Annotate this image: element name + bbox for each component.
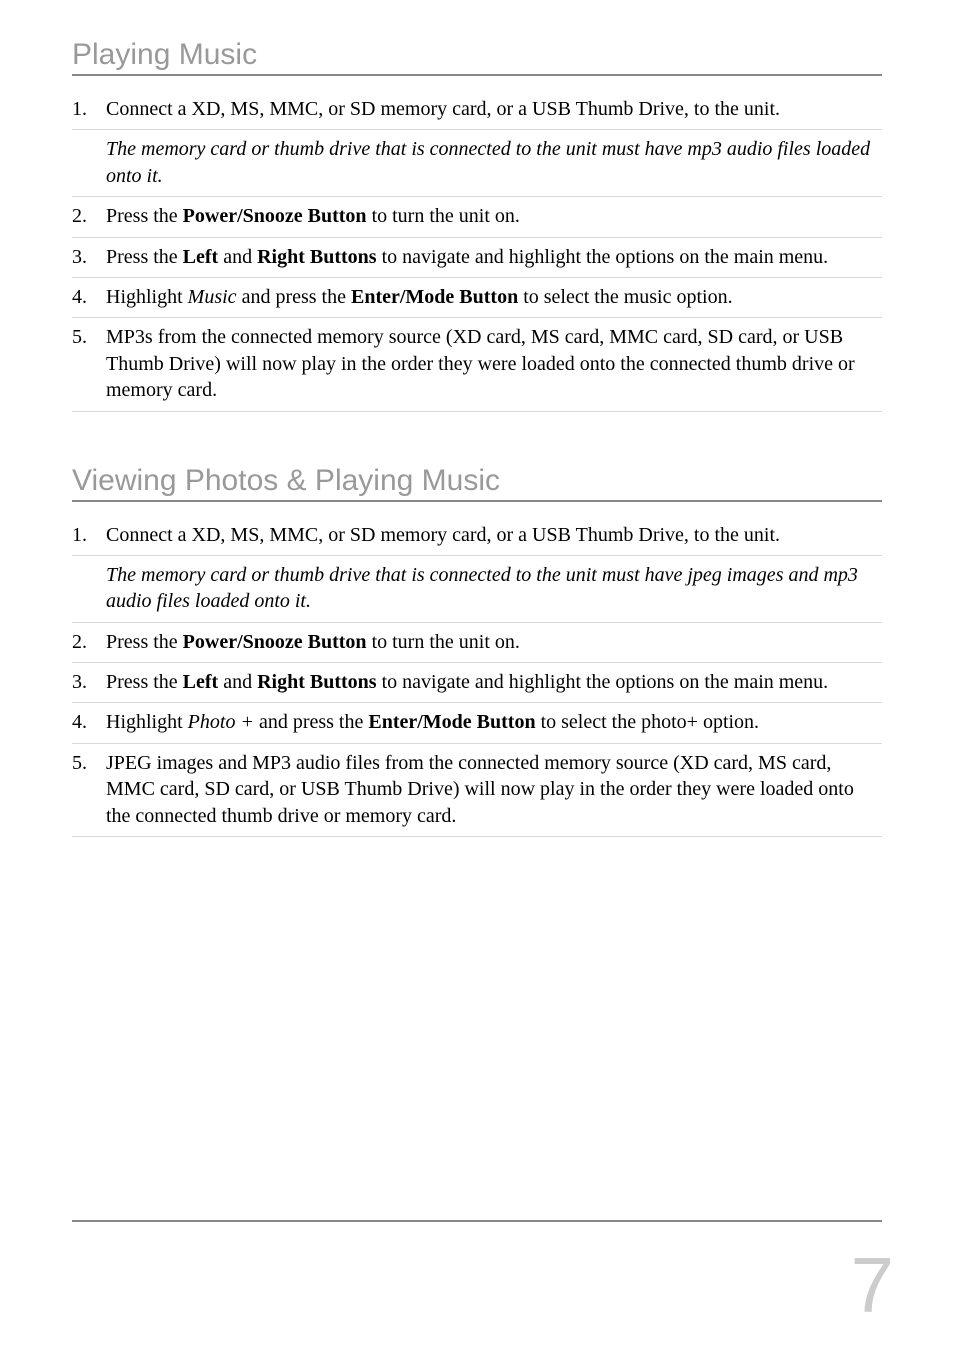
list-item: MP3s from the connected memory source (X… bbox=[72, 318, 882, 411]
note-text: The memory card or thumb drive that is c… bbox=[106, 138, 870, 186]
button-label: Enter/Mode Button bbox=[351, 286, 518, 308]
list-item-note: The memory card or thumb drive that is c… bbox=[72, 130, 882, 197]
step-text: Connect a XD, MS, MMC, or SD memory card… bbox=[106, 524, 780, 546]
steps-playing-music: Connect a XD, MS, MMC, or SD memory card… bbox=[72, 90, 882, 412]
menu-option: Photo + bbox=[188, 711, 254, 733]
button-label: Power/Snooze Button bbox=[183, 631, 367, 653]
step-text: to select the photo+ option. bbox=[536, 711, 759, 733]
heading-viewing-photos: Viewing Photos & Playing Music bbox=[72, 464, 882, 502]
list-item-note: The memory card or thumb drive that is c… bbox=[72, 556, 882, 623]
list-item: Connect a XD, MS, MMC, or SD memory card… bbox=[72, 516, 882, 556]
step-text: JPEG images and MP3 audio files from the… bbox=[106, 752, 854, 827]
step-text: Highlight bbox=[106, 286, 188, 308]
list-item: JPEG images and MP3 audio files from the… bbox=[72, 744, 882, 837]
button-label: Power/Snooze Button bbox=[183, 205, 367, 227]
step-text: Highlight bbox=[106, 711, 188, 733]
list-item: Connect a XD, MS, MMC, or SD memory card… bbox=[72, 90, 882, 130]
step-text: Press the bbox=[106, 631, 183, 653]
heading-playing-music: Playing Music bbox=[72, 38, 882, 76]
list-item: Press the Power/Snooze Button to turn th… bbox=[72, 623, 882, 663]
button-label: Right Buttons bbox=[257, 671, 376, 693]
button-label: Enter/Mode Button bbox=[368, 711, 535, 733]
button-label: Left bbox=[183, 246, 219, 268]
step-text: to navigate and highlight the options on… bbox=[377, 246, 829, 268]
list-item: Press the Left and Right Buttons to navi… bbox=[72, 238, 882, 278]
list-item: Highlight Photo + and press the Enter/Mo… bbox=[72, 703, 882, 743]
step-text: to select the music option. bbox=[518, 286, 732, 308]
footer-divider bbox=[72, 1220, 882, 1222]
step-text: to navigate and highlight the options on… bbox=[377, 671, 829, 693]
step-text: and press the bbox=[237, 286, 351, 308]
document-page: Playing Music Connect a XD, MS, MMC, or … bbox=[0, 0, 954, 1354]
step-text: Press the bbox=[106, 205, 183, 227]
step-text: and bbox=[218, 246, 257, 268]
page-number: 7 bbox=[851, 1246, 894, 1324]
steps-viewing-photos: Connect a XD, MS, MMC, or SD memory card… bbox=[72, 516, 882, 838]
list-item: Press the Power/Snooze Button to turn th… bbox=[72, 197, 882, 237]
step-text: and bbox=[218, 671, 257, 693]
step-text: Connect a XD, MS, MMC, or SD memory card… bbox=[106, 98, 780, 120]
list-item: Highlight Music and press the Enter/Mode… bbox=[72, 278, 882, 318]
step-text: Press the bbox=[106, 671, 183, 693]
button-label: Right Buttons bbox=[257, 246, 376, 268]
step-text: MP3s from the connected memory source (X… bbox=[106, 326, 855, 401]
list-item: Press the Left and Right Buttons to navi… bbox=[72, 663, 882, 703]
menu-option: Music bbox=[188, 286, 237, 308]
button-label: Left bbox=[183, 671, 219, 693]
step-text: to turn the unit on. bbox=[367, 205, 520, 227]
step-text: Press the bbox=[106, 246, 183, 268]
step-text: to turn the unit on. bbox=[367, 631, 520, 653]
step-text: and press the bbox=[254, 711, 368, 733]
note-text: The memory card or thumb drive that is c… bbox=[106, 564, 858, 612]
